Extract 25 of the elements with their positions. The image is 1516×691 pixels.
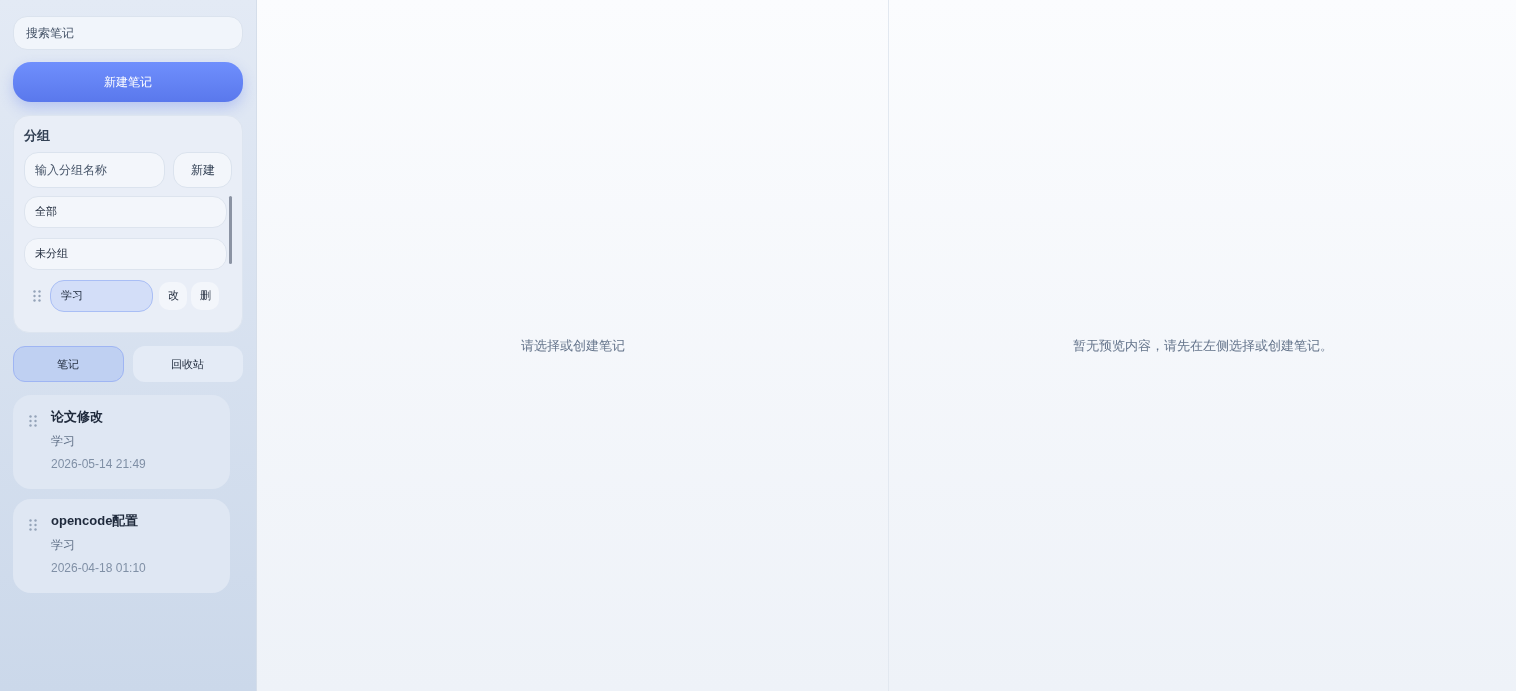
note-group: 学习 [51, 535, 146, 554]
drag-handle-icon[interactable] [33, 289, 41, 302]
drag-handle-icon[interactable] [29, 415, 37, 427]
delete-group-button[interactable]: 删 [191, 281, 219, 310]
note-title: 论文修改 [51, 408, 104, 426]
group-item[interactable]: 全部 [24, 195, 227, 228]
empty-preview-text: 暂无预览内容，请先在左侧选择或创建笔记。 [1072, 336, 1333, 355]
tab[interactable]: 回收站 [132, 346, 243, 382]
group-name-field[interactable]: 输入分组名称 [24, 151, 165, 188]
note-card[interactable]: opencode配置 学习 2026-04-18 01:10 [13, 499, 230, 593]
create-group-button[interactable]: 新建 [173, 151, 232, 188]
drag-handle-icon[interactable] [29, 519, 37, 531]
note-group: 学习 [51, 431, 146, 450]
note-title: opencode配置 [51, 512, 140, 530]
note-card[interactable]: 论文修改 学习 2026-05-14 21:49 [13, 395, 230, 489]
group-item[interactable]: 学习 [50, 279, 153, 312]
note-time: 2026-04-18 01:10 [51, 559, 146, 577]
note-time: 2026-05-14 21:49 [51, 455, 146, 473]
tab[interactable]: 笔记 [13, 346, 124, 382]
scrollbar[interactable] [229, 195, 232, 264]
search-field[interactable]: 搜索笔记 [13, 16, 243, 50]
rename-group-button[interactable]: 改 [159, 281, 187, 310]
empty-editor-text: 请选择或创建笔记 [520, 336, 625, 355]
groups-title: 分组 [24, 127, 51, 145]
group-item[interactable]: 未分组 [24, 237, 227, 270]
